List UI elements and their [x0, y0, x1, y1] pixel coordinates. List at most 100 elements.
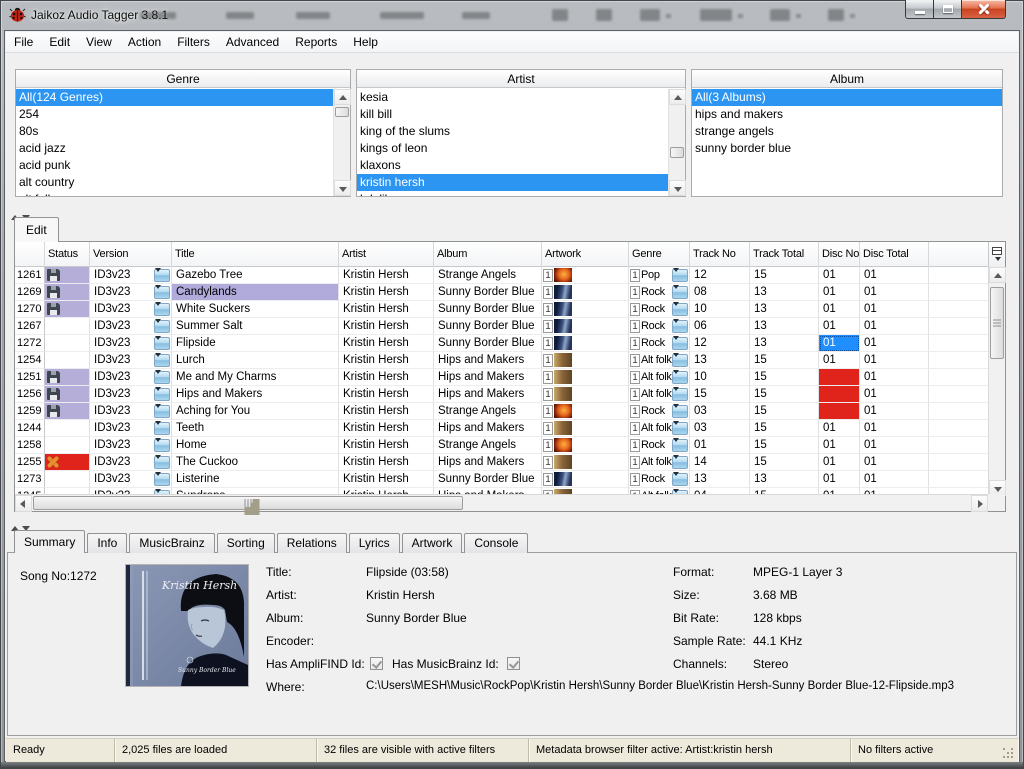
- cell-genre[interactable]: 1 Rock: [629, 318, 690, 335]
- cell-album[interactable]: Sunny Border Blue: [434, 318, 542, 335]
- cell-row-number[interactable]: 1273: [15, 471, 45, 488]
- cell-status[interactable]: [45, 454, 90, 471]
- list-item[interactable]: klaxons: [357, 157, 668, 174]
- menu-item-advanced[interactable]: Advanced: [218, 32, 287, 52]
- cell-version[interactable]: ID3v23: [90, 454, 172, 471]
- dropdown-button[interactable]: [672, 472, 688, 487]
- dropdown-button[interactable]: [672, 319, 688, 334]
- cell-disc-total[interactable]: 01: [860, 352, 929, 369]
- list-item[interactable]: strange angels: [692, 123, 1002, 140]
- list-item[interactable]: alt country: [16, 174, 333, 191]
- cell-genre[interactable]: 1Alt folk: [629, 454, 690, 471]
- cell-status[interactable]: [45, 352, 90, 369]
- dropdown-button[interactable]: [672, 353, 688, 368]
- list-item[interactable]: All(3 Albums): [692, 89, 1002, 106]
- column-header-disc_total[interactable]: Disc Total: [860, 242, 929, 267]
- maximize-button[interactable]: [934, 0, 961, 19]
- cell-artist[interactable]: Kristin Hersh: [339, 284, 434, 301]
- list-item[interactable]: All(124 Genres): [16, 89, 333, 106]
- dropdown-button[interactable]: [154, 268, 170, 283]
- cell-artist[interactable]: Kristin Hersh: [339, 369, 434, 386]
- cell-title[interactable]: Gazebo Tree: [172, 267, 339, 284]
- dropdown-button[interactable]: [672, 455, 688, 470]
- cell-status[interactable]: [45, 471, 90, 488]
- table-vertical-scrollbar[interactable]: [988, 267, 1006, 496]
- cell-version[interactable]: ID3v23: [90, 403, 172, 420]
- cell-version[interactable]: ID3v23: [90, 335, 172, 352]
- cell-artist[interactable]: Kristin Hersh: [339, 267, 434, 284]
- cell-version[interactable]: ID3v23: [90, 318, 172, 335]
- cell-disc-no[interactable]: 01: [819, 471, 860, 488]
- cell-track-total[interactable]: 15: [750, 352, 819, 369]
- cell-disc-total[interactable]: 01: [860, 471, 929, 488]
- cell-genre[interactable]: 1 Rock: [629, 403, 690, 420]
- cell-status[interactable]: [45, 267, 90, 284]
- cell-disc-total[interactable]: 01: [860, 420, 929, 437]
- dropdown-button[interactable]: [672, 336, 688, 351]
- column-header-artist[interactable]: Artist: [339, 242, 434, 267]
- scroll-left-icon[interactable]: [15, 495, 32, 512]
- cell-status[interactable]: [45, 284, 90, 301]
- cell-disc-no[interactable]: 01: [819, 352, 860, 369]
- menu-item-reports[interactable]: Reports: [287, 32, 345, 52]
- cell-disc-total[interactable]: 01: [860, 403, 929, 420]
- cell-track-total[interactable]: 15: [750, 267, 819, 284]
- cell-artwork[interactable]: 1: [542, 403, 629, 420]
- cell-track-total[interactable]: 15: [750, 403, 819, 420]
- column-header-disc_no[interactable]: Disc No: [819, 242, 860, 267]
- cell-album[interactable]: Hips and Makers: [434, 420, 542, 437]
- menu-item-view[interactable]: View: [78, 32, 120, 52]
- cell-genre[interactable]: 1Alt folk: [629, 386, 690, 403]
- scrollbar-thumb[interactable]: [335, 107, 349, 117]
- cell-genre[interactable]: 1 Rock: [629, 471, 690, 488]
- cell-disc-no[interactable]: 01: [819, 301, 860, 318]
- column-header-status[interactable]: Status: [45, 242, 90, 267]
- scrollbar-thumb[interactable]: [33, 496, 463, 510]
- column-header-artwork[interactable]: Artwork: [542, 242, 629, 267]
- cell-title[interactable]: Flipside: [172, 335, 339, 352]
- cell-artist[interactable]: Kristin Hersh: [339, 301, 434, 318]
- cell-title[interactable]: The Cuckoo: [172, 454, 339, 471]
- cell-album[interactable]: Hips and Makers: [434, 386, 542, 403]
- cell-status[interactable]: [45, 369, 90, 386]
- cell-disc-total[interactable]: 01: [860, 369, 929, 386]
- cell-disc-no[interactable]: 01: [819, 318, 860, 335]
- cell-artwork[interactable]: 1: [542, 335, 629, 352]
- cell-version[interactable]: ID3v23: [90, 471, 172, 488]
- tab-artwork[interactable]: Artwork: [401, 533, 463, 553]
- cell-album[interactable]: Hips and Makers: [434, 369, 542, 386]
- cell-track-no[interactable]: 13: [690, 352, 750, 369]
- list-item[interactable]: acid punk: [16, 157, 333, 174]
- list-item[interactable]: 254: [16, 106, 333, 123]
- cell-row-number[interactable]: 1270: [15, 301, 45, 318]
- cell-track-total[interactable]: 13: [750, 284, 819, 301]
- tab-relations[interactable]: Relations: [276, 533, 347, 553]
- close-button[interactable]: [961, 0, 1006, 19]
- cell-status[interactable]: [45, 386, 90, 403]
- column-header-genre[interactable]: Genre: [629, 242, 690, 267]
- cell-title[interactable]: Aching for You: [172, 403, 339, 420]
- scroll-down-icon[interactable]: [334, 180, 351, 196]
- cell-status[interactable]: [45, 318, 90, 335]
- cell-status[interactable]: [45, 335, 90, 352]
- dropdown-button[interactable]: [672, 438, 688, 453]
- dropdown-button[interactable]: [154, 336, 170, 351]
- cell-artwork[interactable]: 1: [542, 420, 629, 437]
- cell-track-no[interactable]: 03: [690, 420, 750, 437]
- cell-artwork[interactable]: 1: [542, 454, 629, 471]
- dropdown-button[interactable]: [672, 421, 688, 436]
- dropdown-button[interactable]: [154, 319, 170, 334]
- menu-item-action[interactable]: Action: [120, 32, 169, 52]
- cell-track-no[interactable]: 14: [690, 454, 750, 471]
- list-item[interactable]: kings of leon: [357, 140, 668, 157]
- scroll-down-icon[interactable]: [669, 180, 686, 196]
- cell-album[interactable]: Strange Angels: [434, 437, 542, 454]
- menu-item-edit[interactable]: Edit: [41, 32, 78, 52]
- cell-version[interactable]: ID3v23: [90, 437, 172, 454]
- cell-disc-total[interactable]: 01: [860, 335, 929, 352]
- cell-track-no[interactable]: 03: [690, 403, 750, 420]
- cell-track-no[interactable]: 12: [690, 335, 750, 352]
- cell-artwork[interactable]: 1: [542, 267, 629, 284]
- cell-artist[interactable]: Kristin Hersh: [339, 352, 434, 369]
- cell-row-number[interactable]: 1251: [15, 369, 45, 386]
